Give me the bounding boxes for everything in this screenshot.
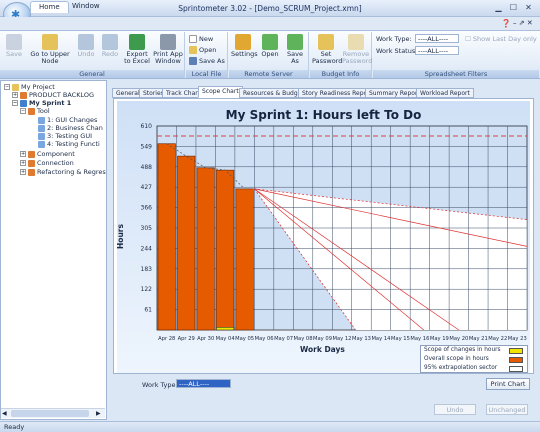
x-tick-label: May 08 [294,336,313,342]
x-tick-label: May 13 [352,336,371,342]
legend-item: Scope of changes in hours [421,346,527,355]
legend-swatch [509,357,523,363]
x-tick-label: May 09 [313,336,332,342]
x-tick-label: May 04 [216,336,236,342]
legend-swatch [509,366,523,372]
x-tick-label: Apr 29 [178,336,195,342]
x-tick-label: May 15 [391,336,410,342]
status-bar: Ready [0,421,540,432]
y-tick-label: 610 [141,123,153,130]
legend-item: Overall scope in hours [421,355,527,364]
x-tick-label: Apr 30 [197,336,214,342]
x-tick-label: May 22 [488,336,507,342]
x-tick-label: May 12 [333,336,352,342]
y-tick-label: 305 [141,225,153,232]
print-chart-button[interactable]: Print Chart [486,378,530,390]
x-tick-label: May 07 [274,336,293,342]
undo-changes-button[interactable]: Undo [434,404,476,415]
y-tick-label: 61 [144,307,152,314]
x-tick-label: May 14 [371,336,391,342]
bar-overall-scope [157,143,176,331]
x-tick-label: May 23 [508,336,527,342]
y-tick-label: 427 [141,184,153,191]
bottom-work-type-label: Work Type: [142,381,178,389]
x-tick-label: May 06 [255,336,274,342]
bar-overall-scope [235,188,254,331]
bar-overall-scope [196,167,215,331]
x-tick-label: May 16 [410,336,429,342]
bar-overall-scope [216,169,235,331]
x-tick-label: May 05 [235,336,254,342]
bar-overall-scope [177,155,196,331]
chart-legend: Scope of changes in hours Overall scope … [420,345,528,373]
bottom-work-type-select[interactable]: ----ALL---- [176,379,231,388]
y-tick-label: 488 [141,164,153,171]
x-tick-label: Apr 28 [158,336,175,342]
y-tick-label: 549 [141,143,153,150]
legend-item: 95% extrapolation sector [421,364,527,373]
y-tick-label: 366 [141,205,153,212]
y-tick-label: 244 [141,245,153,252]
x-tick-label: May 19 [430,336,449,342]
y-tick-label: 122 [141,286,153,293]
y-tick-label: 183 [141,266,153,273]
x-tick-label: May 20 [449,336,468,342]
legend-swatch [509,348,523,354]
unchanged-button[interactable]: Unchanged [486,404,528,415]
x-tick-label: May 21 [469,336,488,342]
bar-scope-change [216,327,235,331]
